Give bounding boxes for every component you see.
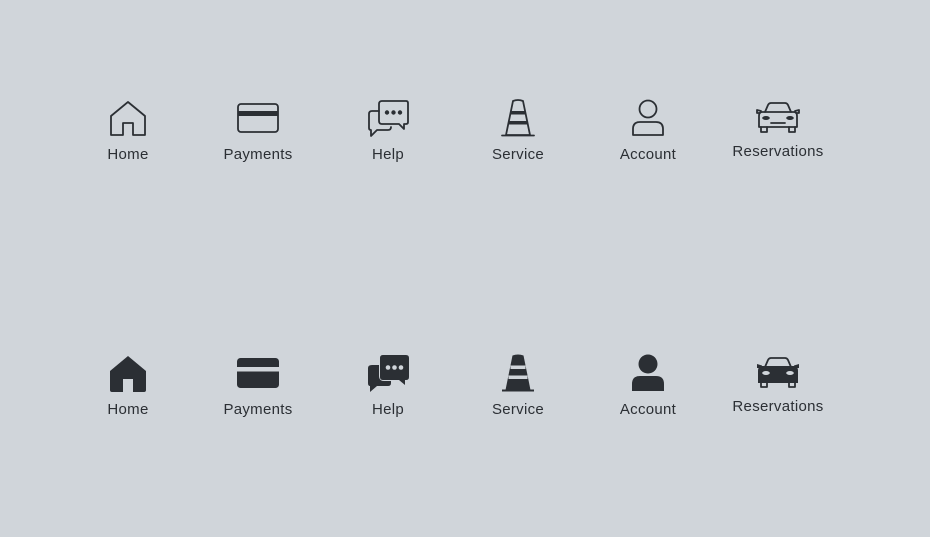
nav-item-account-filled[interactable]: Account	[588, 350, 708, 430]
nav-item-label: Account	[619, 401, 677, 418]
user-icon	[632, 354, 664, 391]
nav-item-label: Service	[491, 146, 545, 163]
nav-item-label: Reservations	[732, 398, 824, 415]
chat-bubbles-icon	[368, 100, 409, 137]
outline-icon-row: Home Payments Help Service Account Reser…	[0, 95, 930, 175]
nav-item-label: Payments	[223, 401, 293, 418]
nav-item-home-filled[interactable]: Home	[68, 350, 188, 430]
nav-item-reservations-filled[interactable]: Reservations	[718, 350, 838, 430]
nav-item-reservations-outline[interactable]: Reservations	[718, 95, 838, 175]
traffic-cone-icon	[502, 354, 534, 392]
car-icon	[757, 357, 799, 388]
car-icon	[756, 102, 800, 133]
filled-icon-row: Home Payments Help Service Account Reser…	[0, 350, 930, 430]
nav-item-help-outline[interactable]: Help	[328, 95, 448, 175]
user-icon	[632, 99, 664, 136]
nav-item-label: Service	[491, 401, 545, 418]
nav-item-label: Help	[371, 401, 405, 418]
nav-item-home-outline[interactable]: Home	[68, 95, 188, 175]
nav-item-label: Payments	[223, 146, 293, 163]
nav-item-label: Reservations	[732, 143, 824, 160]
credit-card-icon	[237, 358, 279, 388]
home-icon	[110, 101, 146, 136]
nav-item-label: Home	[107, 146, 149, 163]
nav-item-label: Account	[619, 146, 677, 163]
home-icon	[110, 356, 146, 392]
nav-item-service-filled[interactable]: Service	[458, 350, 578, 430]
nav-item-label: Home	[107, 401, 149, 418]
credit-card-icon	[237, 103, 279, 133]
chat-bubbles-icon	[368, 355, 409, 392]
nav-item-help-filled[interactable]: Help	[328, 350, 448, 430]
nav-item-payments-outline[interactable]: Payments	[198, 95, 318, 175]
nav-item-payments-filled[interactable]: Payments	[198, 350, 318, 430]
traffic-cone-icon	[501, 99, 535, 137]
nav-item-account-outline[interactable]: Account	[588, 95, 708, 175]
nav-item-label: Help	[371, 146, 405, 163]
nav-item-service-outline[interactable]: Service	[458, 95, 578, 175]
